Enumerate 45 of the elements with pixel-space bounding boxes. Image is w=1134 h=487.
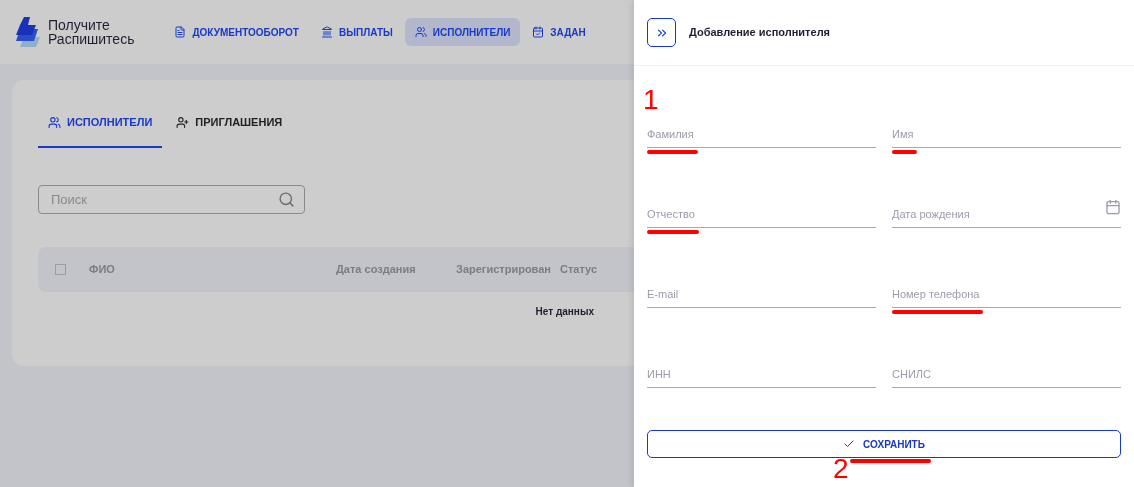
annotation-number: 1 — [643, 86, 660, 114]
form-field[interactable]: E-mail — [647, 277, 876, 308]
calendar-icon — [532, 26, 545, 38]
nav-tab[interactable]: ДОКУМЕНТООБОРОТ — [164, 18, 309, 46]
logo-text: Распишитесь — [48, 32, 135, 46]
document-icon — [174, 26, 187, 38]
users-icon — [48, 116, 61, 129]
empty-message: Нет данных — [535, 305, 594, 319]
annotation-number: 2 — [833, 455, 849, 483]
form-field[interactable]: Дата рождения — [892, 197, 1121, 228]
form-field[interactable]: ИНН — [647, 357, 876, 388]
form-field[interactable]: Номер телефона — [892, 277, 1121, 308]
user-plus-icon — [176, 116, 190, 129]
field-label: СНИЛС — [892, 368, 931, 380]
search-icon — [278, 191, 295, 208]
drawer-title: Добавление исполнителя — [689, 25, 831, 41]
column-header: Зарегистрирован — [456, 262, 552, 278]
users-icon — [414, 26, 427, 38]
nav-tab[interactable]: ВЫПЛАТЫ — [310, 18, 403, 46]
tab[interactable]: ПРИГЛАШЕНИЯ — [166, 99, 293, 148]
form-field[interactable]: СНИЛС — [892, 357, 1121, 388]
nav-tab[interactable]: ЗАДАН — [522, 18, 596, 46]
check-icon — [843, 438, 856, 450]
select-all-checkbox[interactable] — [55, 264, 66, 275]
column-header: Статус — [560, 262, 598, 278]
column-header: ФИО — [89, 262, 116, 278]
form-field[interactable]: Отчество — [647, 197, 876, 228]
field-label: Фамилия — [647, 128, 694, 140]
logo-text: Получите — [48, 18, 111, 32]
search-field[interactable]: Поиск — [38, 185, 305, 214]
field-label: E-mail — [647, 288, 679, 300]
field-label: Отчество — [647, 208, 695, 220]
form-field[interactable]: Имя — [892, 117, 1121, 148]
field-label: Дата рождения — [892, 208, 970, 220]
collapse-button[interactable] — [647, 18, 676, 47]
column-header: Дата создания — [336, 262, 417, 278]
field-label: Номер телефона — [892, 288, 980, 300]
save-button[interactable]: СОХРАНИТЬ — [647, 430, 1121, 458]
nav-tab[interactable]: ИСПОЛНИТЕЛИ — [404, 18, 521, 46]
tab[interactable]: ИСПОЛНИТЕЛИ — [38, 99, 163, 148]
field-label: ИНН — [647, 368, 671, 380]
form-field[interactable]: Фамилия — [647, 117, 876, 148]
bank-icon — [320, 26, 333, 38]
calendar-icon — [1105, 199, 1121, 215]
field-label: Имя — [892, 128, 914, 140]
